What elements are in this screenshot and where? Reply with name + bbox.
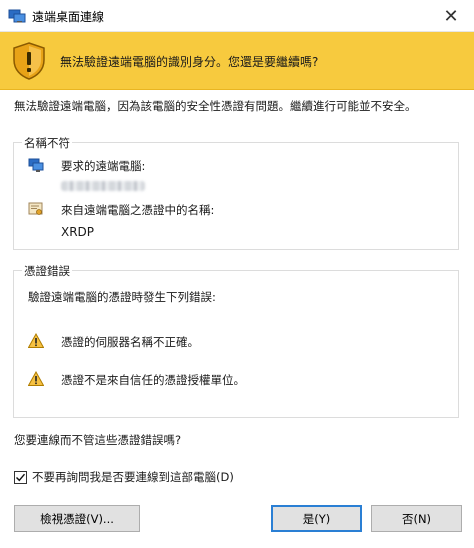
no-button[interactable]: 否(N) bbox=[371, 505, 462, 532]
cert-name-value: XRDP bbox=[61, 225, 95, 239]
yes-button[interactable]: 是(Y) bbox=[271, 505, 362, 532]
warning-icon bbox=[28, 333, 44, 348]
dont-ask-checkbox[interactable] bbox=[14, 470, 27, 484]
warning-icon bbox=[28, 371, 44, 386]
close-icon: ✕ bbox=[443, 5, 459, 27]
cert-name-label: 來自遠端電腦之憑證中的名稱: bbox=[61, 203, 215, 217]
title-bar: 遠端桌面連線 ✕ bbox=[0, 0, 474, 32]
cert-errors-intro: 驗證遠端電腦的憑證時發生下列錯誤: bbox=[28, 290, 216, 304]
close-button[interactable]: ✕ bbox=[428, 0, 474, 32]
certificate-icon bbox=[28, 202, 43, 215]
cert-errors-legend: 憑證錯誤 bbox=[22, 263, 72, 279]
cert-error-item: 憑證不是來自信任的憑證授權單位。 bbox=[61, 373, 245, 387]
connect-question: 您要連線而不管這些憑證錯誤嗎? bbox=[14, 433, 182, 447]
remote-desktop-icon bbox=[8, 9, 26, 23]
cert-errors-group: 憑證錯誤 驗證遠端電腦的憑證時發生下列錯誤: 憑證的伺服器名稱不正確。 憑證不是… bbox=[13, 263, 459, 418]
checkmark-icon bbox=[16, 473, 26, 481]
window-title: 遠端桌面連線 bbox=[32, 10, 105, 24]
banner-message: 無法驗證遠端電腦的識別身分。您還是要繼續嗎? bbox=[60, 55, 319, 69]
warning-shield-icon bbox=[13, 42, 45, 80]
dont-ask-checkbox-row[interactable]: 不要再詢問我是否要連線到這部電腦(D) bbox=[14, 469, 234, 485]
warning-banner: 無法驗證遠端電腦的識別身分。您還是要繼續嗎? bbox=[0, 32, 474, 90]
requested-computer-label: 要求的遠端電腦: bbox=[61, 159, 146, 173]
redacted-computer-name bbox=[61, 181, 145, 191]
cert-error-item: 憑證的伺服器名稱不正確。 bbox=[61, 335, 199, 349]
view-certificate-button[interactable]: 檢視憑證(V)... bbox=[14, 505, 140, 532]
dont-ask-label: 不要再詢問我是否要連線到這部電腦(D) bbox=[32, 470, 234, 484]
name-mismatch-group: 名稱不符 要求的遠端電腦: 來自遠端電腦之憑證中的名稱: XRDP bbox=[13, 135, 459, 250]
description-text: 無法驗證遠端電腦，因為該電腦的安全性憑證有問題。繼續進行可能並不安全。 bbox=[14, 99, 417, 113]
name-mismatch-legend: 名稱不符 bbox=[22, 135, 72, 151]
computer-icon bbox=[28, 158, 44, 172]
